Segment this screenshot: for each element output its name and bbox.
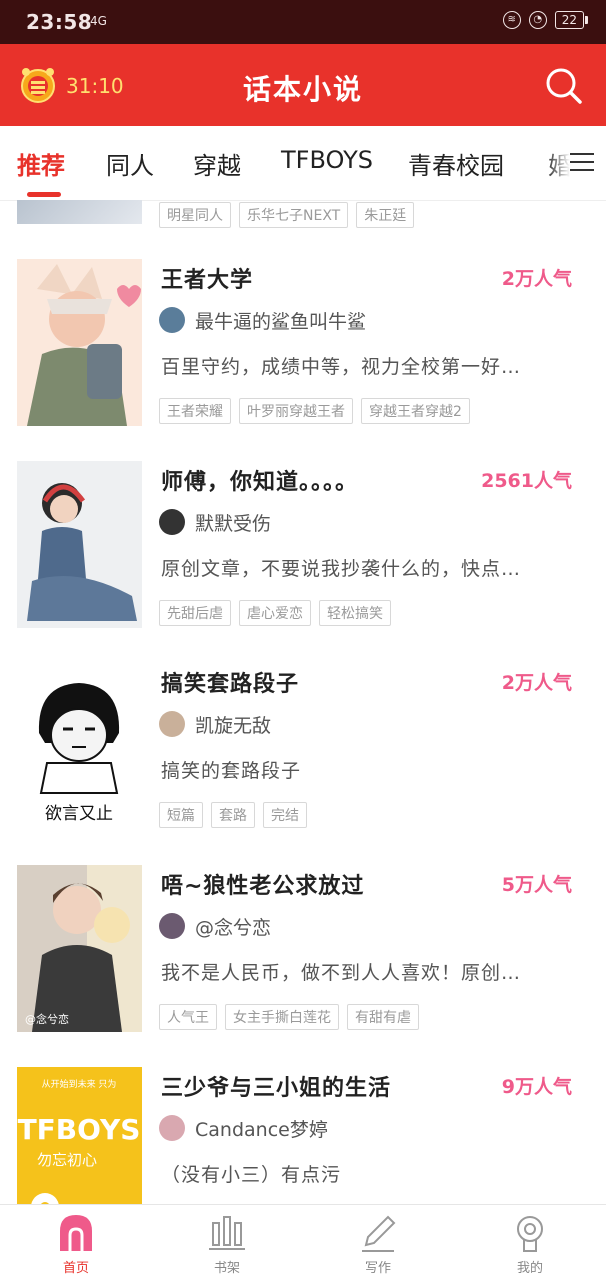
- nav-bookshelf-label: 书架: [213, 1261, 240, 1276]
- tag[interactable]: 穿越王者穿越2: [361, 398, 470, 424]
- avatar: [159, 307, 185, 333]
- status-bar: 23:58 4G ≋ ◔ 22: [0, 0, 606, 44]
- tag[interactable]: 轻松搞笑: [319, 600, 391, 626]
- book-description: （没有小三）有点污: [161, 1164, 342, 1186]
- tab-recommend[interactable]: 推荐: [17, 146, 65, 181]
- nav-write-label: 写作: [364, 1261, 391, 1276]
- book-cover: [17, 461, 142, 628]
- tag[interactable]: 套路: [211, 802, 255, 828]
- signal-icon: 4G: [90, 14, 107, 28]
- book-title[interactable]: 师傅，你知道。。。。: [161, 464, 358, 496]
- cover-subtitle: 勿忘初心: [37, 1151, 97, 1169]
- tag[interactable]: 短篇: [159, 802, 203, 828]
- author[interactable]: 默默受伤: [159, 508, 271, 536]
- status-time: 23:58: [26, 10, 93, 34]
- tag[interactable]: 完结: [263, 802, 307, 828]
- author[interactable]: Candance梦婷: [159, 1114, 328, 1142]
- tag[interactable]: 明星同人: [159, 202, 231, 228]
- book-description: 我不是人民币，做不到人人喜欢！原创…: [161, 962, 522, 984]
- nav-profile[interactable]: 我的: [490, 1213, 570, 1276]
- avatar: [159, 711, 185, 737]
- cover-caption: @念兮恋: [25, 1012, 69, 1026]
- nav-write[interactable]: 写作: [338, 1213, 418, 1276]
- tag[interactable]: 叶罗丽穿越王者: [239, 398, 353, 424]
- status-right: ≋ ◔ 22: [502, 11, 589, 29]
- menu-icon[interactable]: [568, 150, 596, 174]
- tag[interactable]: 有甜有虐: [347, 1004, 419, 1030]
- book-cover: @念兮恋: [17, 865, 142, 1032]
- author-name: 最牛逼的鲨鱼叫牛鲨: [195, 310, 367, 333]
- tag[interactable]: 乐华七子NEXT: [239, 202, 349, 228]
- author[interactable]: 最牛逼的鲨鱼叫牛鲨: [159, 306, 366, 334]
- tab-youth-campus[interactable]: 青春校园: [408, 146, 504, 181]
- author[interactable]: 凯旋无敌: [159, 710, 271, 738]
- book-title[interactable]: 三少爷与三小姐的生活: [161, 1070, 391, 1102]
- nav-bookshelf[interactable]: 书架: [187, 1213, 267, 1276]
- tag[interactable]: 王者荣耀: [159, 398, 231, 424]
- tag[interactable]: 朱正廷: [356, 202, 415, 228]
- book-item[interactable]: 欲言又止 搞笑套路段子 2万人气 凯旋无敌 搞笑的套路段子 短篇 套路 完结: [0, 646, 606, 849]
- avatar: [159, 509, 185, 535]
- bookshelf-icon: [209, 1216, 245, 1250]
- tab-fanfic[interactable]: 同人: [106, 146, 154, 181]
- tag-list: 明星同人 乐华七子NEXT 朱正廷: [159, 202, 422, 228]
- cover-caption: TFBOYS: [18, 1113, 141, 1146]
- popularity-count: 2万人气: [501, 268, 572, 290]
- nav-home[interactable]: 首页: [36, 1213, 116, 1276]
- tab-tfboys[interactable]: TFBOYS: [281, 146, 373, 174]
- book-cover: [17, 259, 142, 426]
- tag[interactable]: 人气王: [159, 1004, 217, 1030]
- tag-list: 短篇 套路 完结: [159, 802, 315, 828]
- author-name: @念兮恋: [195, 916, 272, 939]
- book-description: 百里守约，成绩中等，视力全校第一好…: [161, 356, 522, 378]
- author[interactable]: @念兮恋: [159, 912, 271, 940]
- tag[interactable]: 女主手撕白莲花: [225, 1004, 339, 1030]
- search-icon[interactable]: [544, 66, 584, 106]
- battery-indicator: 22: [554, 11, 589, 29]
- list-item[interactable]: 明星同人 乐华七子NEXT 朱正廷: [0, 200, 606, 243]
- tab-time-travel[interactable]: 穿越: [193, 146, 241, 181]
- tag-list: 人气王 女主手撕白莲花 有甜有虐: [159, 1004, 427, 1030]
- book-item[interactable]: @念兮恋 唔~狼性老公求放过 5万人气 @念兮恋 我不是人民币，做不到人人喜欢！…: [0, 848, 606, 1051]
- category-tabs: 推荐 同人 穿越 TFBOYS 青春校园 婚: [0, 126, 606, 201]
- popularity-count: 2万人气: [501, 672, 572, 694]
- popularity-count: 2561人气: [481, 470, 572, 492]
- book-cover: 从开始到未来 只为 TFBOYS 勿忘初心: [17, 1067, 142, 1204]
- vibrate-icon: ≋: [502, 11, 521, 29]
- app-header: 31:10 话本小说: [0, 44, 606, 126]
- book-item[interactable]: 王者大学 2万人气 最牛逼的鲨鱼叫牛鲨 百里守约，成绩中等，视力全校第一好… 王…: [0, 242, 606, 445]
- book-cover: 欲言又止: [17, 663, 142, 830]
- tag[interactable]: 先甜后虐: [159, 600, 231, 626]
- book-title[interactable]: 王者大学: [161, 262, 253, 294]
- book-description: 搞笑的套路段子: [161, 760, 302, 782]
- author-name: 默默受伤: [195, 512, 272, 535]
- avatar: [159, 913, 185, 939]
- bottom-nav: 首页 书架 写作 我的: [0, 1204, 606, 1281]
- book-title[interactable]: 搞笑套路段子: [161, 666, 299, 698]
- avatar: [159, 1115, 185, 1141]
- tag-list: 王者荣耀 叶罗丽穿越王者 穿越王者穿越2: [159, 398, 478, 424]
- book-cover: [17, 200, 142, 224]
- nav-profile-label: 我的: [516, 1261, 543, 1276]
- popularity-count: 9万人气: [501, 1076, 572, 1098]
- app-title: 话本小说: [242, 73, 363, 106]
- tag[interactable]: 虐心爱恋: [239, 600, 311, 626]
- author-name: Candance梦婷: [195, 1118, 328, 1141]
- home-icon: [60, 1215, 92, 1251]
- book-feed[interactable]: 明星同人 乐华七子NEXT 朱正廷 王者大学 2万人气 最牛逼的鲨鱼叫牛鲨 百里守约…: [0, 200, 606, 1204]
- popularity-count: 5万人气: [501, 874, 572, 896]
- book-title[interactable]: 唔~狼性老公求放过: [161, 868, 364, 900]
- nav-home-label: 首页: [62, 1261, 89, 1276]
- book-description: 原创文章，不要说我抄袭什么的，快点…: [161, 558, 522, 580]
- active-tab-indicator: [27, 192, 61, 197]
- tag-list: 先甜后虐 虐心爱恋 轻松搞笑: [159, 600, 399, 626]
- cover-caption: 欲言又止: [45, 804, 113, 824]
- profile-icon: [517, 1216, 543, 1252]
- book-item[interactable]: 从开始到未来 只为 TFBOYS 勿忘初心 三少爷与三小姐的生活 9万人气 Ca…: [0, 1050, 606, 1204]
- book-item[interactable]: 师傅，你知道。。。。 2561人气 默默受伤 原创文章，不要说我抄袭什么的，快点…: [0, 444, 606, 647]
- alarm-icon: ◔: [528, 11, 547, 29]
- cover-top-text: 从开始到未来 只为: [42, 1078, 117, 1090]
- author-name: 凯旋无敌: [195, 714, 272, 737]
- pen-icon: [362, 1215, 396, 1252]
